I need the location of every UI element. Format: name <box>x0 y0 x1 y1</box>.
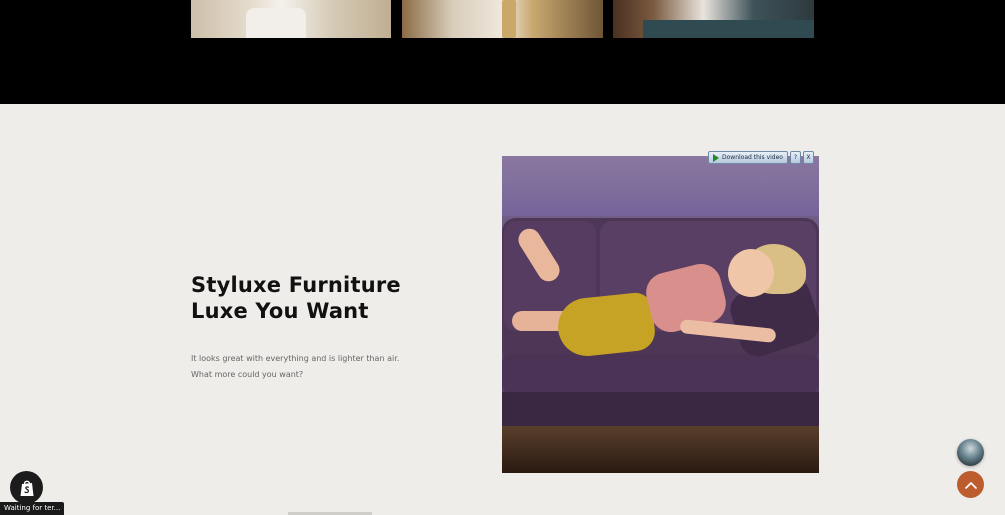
video-sofa-seat <box>502 354 819 394</box>
chevron-up-icon <box>964 481 977 489</box>
gallery-image-armchair[interactable] <box>191 0 391 38</box>
chat-avatar-button[interactable] <box>957 439 984 466</box>
video-floor <box>502 426 819 473</box>
download-video-button[interactable]: Download this video <box>708 151 788 164</box>
bed-shape <box>643 20 814 38</box>
video-person-head <box>728 249 774 297</box>
shopify-bag-icon <box>20 480 33 496</box>
heading-line-1: Styluxe Furniture <box>191 273 401 297</box>
shopify-button[interactable] <box>10 471 43 504</box>
table-shape <box>502 0 516 38</box>
close-button[interactable]: X <box>802 151 814 164</box>
gallery-band <box>0 0 1005 104</box>
download-video-label: Download this video <box>722 154 783 161</box>
gallery-image-dining[interactable] <box>402 0 603 38</box>
heading-line-2: Luxe You Want <box>191 299 369 323</box>
section-heading: Styluxe Furniture Luxe You Want <box>191 272 401 324</box>
product-video[interactable] <box>502 156 819 473</box>
browser-status-bar: Waiting for ter... <box>0 502 65 515</box>
play-icon <box>713 153 719 162</box>
description-line-1: It looks great with everything and is li… <box>191 354 400 363</box>
help-button[interactable]: ? <box>789 151 801 164</box>
video-sofa-base <box>502 392 819 426</box>
gallery-image-bedroom[interactable] <box>613 0 814 38</box>
video-wall <box>502 156 819 216</box>
video-download-toolbar: Download this video ? X <box>708 151 820 164</box>
scroll-to-top-button[interactable] <box>957 471 984 498</box>
section-description: It looks great with everything and is li… <box>191 351 399 383</box>
description-line-2: What more could you want? <box>191 370 304 379</box>
armchair-shape <box>246 8 306 38</box>
